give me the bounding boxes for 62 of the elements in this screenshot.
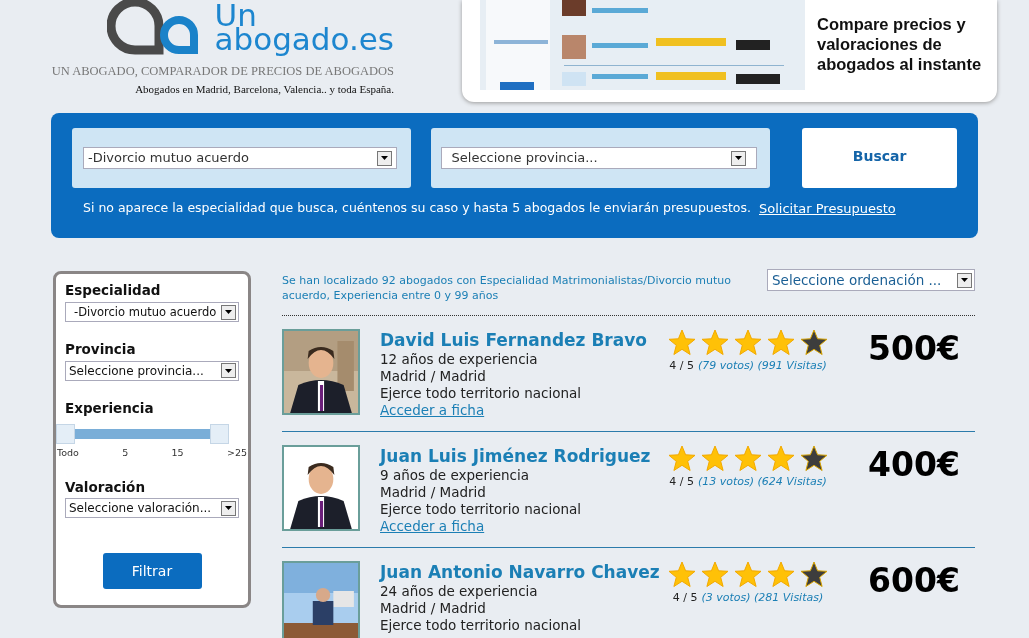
lawyer-location: Madrid / Madrid [380, 484, 487, 501]
specialty-select[interactable]: -Divorcio mutuo acuerdo [65, 302, 239, 323]
filter-label: Valoración [65, 478, 146, 497]
filter-label: Experiencia [65, 398, 155, 418]
lawyer-experience: 9 años de experiencia [380, 467, 530, 484]
star-icon [800, 445, 828, 472]
rating-votes: (13 votos) (624 Visitas) [697, 474, 827, 490]
star-icon [734, 561, 762, 588]
star-icon [800, 561, 828, 588]
lawyer-scope: Ejerce todo territorio nacional [380, 501, 582, 518]
results-summary: Se han localizado 92 abogados con Especialidad Matrimonialistas/Divorcio mutuo acuerdo, Experiencia entre 0 y 99 años [282, 273, 733, 303]
slider-handle[interactable] [210, 423, 229, 444]
search-note: Si no aparece la especialidad que busca, cuéntenos su caso y hasta 5 abogados le enviarán presupuestos. [83, 199, 751, 217]
lawyer-name[interactable]: David Luis Fernandez Bravo [380, 329, 660, 351]
specialty-select[interactable]: -Divorcio mutuo acuerdo [83, 147, 397, 169]
lawyer-price: 500€ [868, 329, 960, 370]
slider-tick-label: >25 [226, 445, 247, 460]
star-icon [734, 445, 762, 472]
filter-label: Provincia [65, 340, 137, 360]
lawyer-location: Madrid / Madrid [380, 368, 487, 385]
lawyer-name[interactable]: Juan Luis Jiménez Rodriguez [380, 445, 660, 467]
lawyer-experience: 12 años de experiencia [380, 351, 539, 368]
subtagline: Abogados en Madrid, Barcelona, Valencia.. y toda España. [135, 81, 394, 97]
lawyer-name[interactable]: Juan Antonio Navarro Chavez [380, 561, 660, 583]
province-select[interactable]: Seleccione provincia... [65, 360, 239, 381]
star-icon [701, 329, 729, 356]
slider-tick-label: 5 [122, 445, 129, 460]
star-icon [668, 329, 696, 356]
rating-score: 4 / 5 [669, 358, 694, 374]
slider-tick-label: Todo [57, 445, 79, 460]
slider-handle[interactable] [56, 423, 75, 444]
star-icon [701, 445, 729, 472]
star-icon [701, 561, 729, 588]
tagline: UN ABOGADO, COMPARADOR DE PRECIOS DE ABOGADOS [51, 63, 394, 80]
rating-score: 4 / 5 [669, 474, 694, 490]
search-button[interactable]: Buscar [802, 128, 957, 188]
request-quote-link[interactable]: Solicitar Presupuesto [759, 199, 896, 219]
filter-button[interactable]: Filtrar [102, 553, 202, 590]
lawyer-scope: Ejerce todo territorio nacional [380, 617, 582, 634]
lawyer-experience: 24 años de experiencia [380, 583, 539, 600]
filter-label: Especialidad [65, 281, 162, 300]
lawyer-scope: Ejerce todo territorio nacional [380, 385, 582, 402]
star-icon [800, 329, 828, 356]
province-select[interactable]: Seleccione provincia... [440, 147, 757, 169]
rating-select[interactable]: Seleccione valoración... [65, 498, 239, 519]
star-icon [767, 329, 795, 356]
rating-votes: (79 votos) (991 Visitas) [697, 358, 827, 374]
lawyer-price: 600€ [868, 561, 960, 602]
slider-tick-label: 15 [171, 445, 184, 460]
star-icon [668, 445, 696, 472]
banner-text: Compare precios y valoraciones de abogados al instante [817, 14, 983, 74]
profile-link[interactable]: Acceder a ficha [380, 518, 485, 535]
rating-score: 4 / 5 [672, 590, 698, 606]
lawyer-price: 400€ [868, 445, 960, 486]
star-icon [734, 329, 762, 356]
star-icon [668, 561, 696, 588]
star-icon [767, 445, 795, 472]
sort-select[interactable]: Seleccione ordenación ... [767, 269, 975, 291]
profile-link[interactable]: Acceder a ficha [380, 402, 485, 419]
lawyer-location: Madrid / Madrid [380, 600, 487, 617]
star-icon [767, 561, 795, 588]
rating-votes: (3 votos) (281 Visitas) [701, 590, 824, 606]
